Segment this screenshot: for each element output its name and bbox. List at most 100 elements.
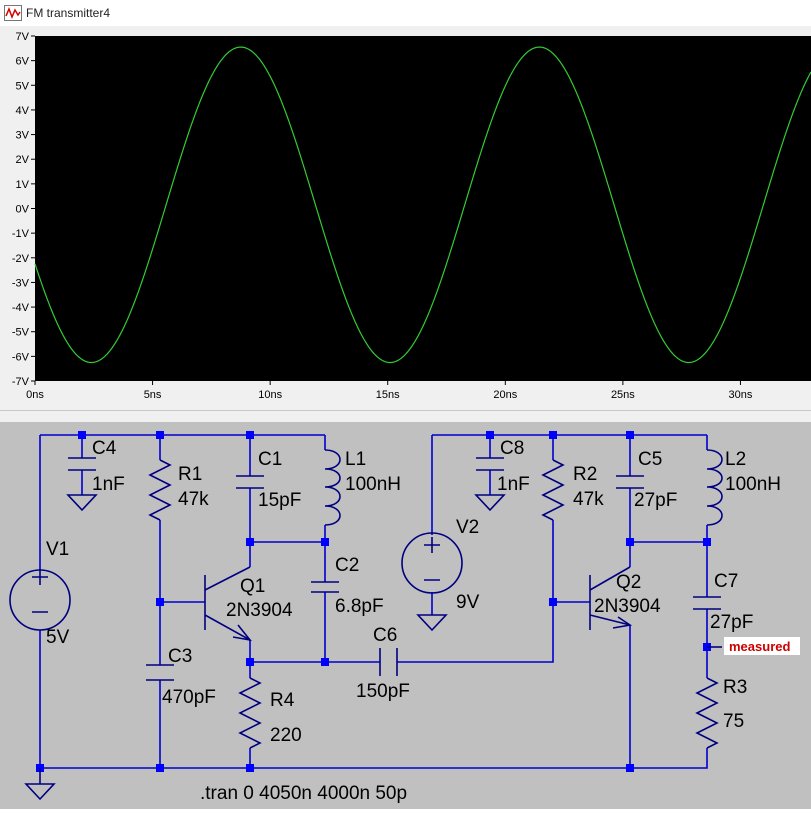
x-tick-label: 15ns xyxy=(376,389,400,401)
junction-dot xyxy=(626,431,634,439)
wire-c7 xyxy=(630,542,708,769)
junction-dot xyxy=(246,658,254,666)
inductor-l2-symbol[interactable] xyxy=(706,449,723,526)
resistor-r1-symbol[interactable] xyxy=(148,459,172,521)
junction-dot xyxy=(321,658,329,666)
label-c4-ref: C4 xyxy=(92,438,117,459)
capacitor-c3-symbol[interactable] xyxy=(146,664,174,681)
resistor-r2-symbol[interactable] xyxy=(541,459,565,521)
label-l1-ref: L1 xyxy=(345,449,366,470)
label-r1-value: 47k xyxy=(178,489,209,510)
wire-collector-q2 xyxy=(629,541,707,567)
resistor-r3-symbol[interactable] xyxy=(695,677,719,749)
label-r4-ref: R4 xyxy=(270,690,295,711)
junction-dot xyxy=(703,538,711,546)
x-tick-label: 5ns xyxy=(144,389,162,401)
waveform-plot-pane[interactable]: 7V 6V 5V 4V 3V 2V 1V 0V -1V -2V -3V -4V -5V -6V -7V 0n… xyxy=(0,26,811,410)
capacitor-c6-symbol[interactable] xyxy=(379,648,398,676)
y-tick-label: -6V xyxy=(12,351,30,363)
y-tick-label: -5V xyxy=(12,327,30,339)
voltage-source-v1-symbol[interactable] xyxy=(9,569,71,631)
label-r1-ref: R1 xyxy=(178,464,202,485)
schematic-canvas[interactable]: C4 1nF R1 47k C1 15pF L1 100nH C2 6.8pF … xyxy=(0,422,811,809)
label-c2-ref: C2 xyxy=(335,555,359,576)
label-l2-value: 100nH xyxy=(725,474,781,495)
label-c1-ref: C1 xyxy=(258,449,282,470)
y-tick-label: 1V xyxy=(16,179,30,191)
title-bar: FM transmitter4 xyxy=(0,0,811,27)
ltspice-app-icon xyxy=(4,5,22,21)
label-c7-value: 27pF xyxy=(710,612,753,633)
junction-dot xyxy=(246,764,254,772)
ground-icon xyxy=(416,614,448,632)
junction-dot xyxy=(626,538,634,546)
label-c8-value: 1nF xyxy=(497,474,530,495)
label-c3-value: 470pF xyxy=(162,687,216,708)
spice-directive[interactable]: .tran 0 4050n 4000n 50p xyxy=(200,783,407,804)
label-c8-ref: C8 xyxy=(500,438,524,459)
y-tick-label: 6V xyxy=(16,56,30,68)
label-v1-value: 5V xyxy=(46,627,70,648)
ground-icon xyxy=(24,768,56,801)
ground-icon xyxy=(474,494,506,512)
y-tick-label: 2V xyxy=(16,154,30,166)
capacitor-c7-symbol[interactable] xyxy=(693,596,721,610)
capacitor-c1-symbol[interactable] xyxy=(236,475,264,489)
y-tick-label: -2V xyxy=(12,253,30,265)
label-q2-value: 2N3904 xyxy=(594,596,661,617)
plot-background[interactable] xyxy=(35,36,811,381)
wire-emitter-node xyxy=(249,602,554,663)
label-c7-ref: C7 xyxy=(714,571,738,592)
label-c3-ref: C3 xyxy=(168,646,192,667)
label-v1-ref: V1 xyxy=(46,539,69,560)
junction-dot xyxy=(156,764,164,772)
x-tick-label: 20ns xyxy=(493,389,517,401)
junction-dot xyxy=(486,431,494,439)
label-c6-ref: C6 xyxy=(373,625,397,646)
x-tick-label: 25ns xyxy=(611,389,635,401)
y-tick-label: -3V xyxy=(12,277,30,289)
label-q1-value: 2N3904 xyxy=(226,600,293,621)
capacitor-c8-symbol[interactable] xyxy=(476,457,504,471)
label-v2-ref: V2 xyxy=(456,517,479,538)
capacitor-c5-symbol[interactable] xyxy=(616,475,644,489)
schematic-pane[interactable]: C4 1nF R1 47k C1 15pF L1 100nH C2 6.8pF … xyxy=(0,422,811,809)
net-label-measured[interactable]: measured xyxy=(729,639,790,654)
label-r3-ref: R3 xyxy=(723,677,747,698)
capacitor-c4-symbol[interactable] xyxy=(68,457,96,471)
junction-dot xyxy=(549,431,557,439)
label-c2-value: 6.8pF xyxy=(335,596,384,617)
label-r2-ref: R2 xyxy=(573,464,597,485)
y-tick-label: 7V xyxy=(16,31,30,43)
junction-dot xyxy=(246,431,254,439)
label-r3-value: 75 xyxy=(723,711,744,732)
waveform-chart[interactable]: 7V 6V 5V 4V 3V 2V 1V 0V -1V -2V -3V -4V -5V -6V -7V 0n… xyxy=(0,26,811,410)
label-c4-value: 1nF xyxy=(92,474,125,495)
junction-dot xyxy=(549,598,557,606)
junction-dot xyxy=(246,538,254,546)
voltage-source-v2-symbol[interactable] xyxy=(401,532,463,594)
y-axis: 7V 6V 5V 4V 3V 2V 1V 0V -1V -2V -3V -4V -5V -6V -7V xyxy=(12,31,35,388)
label-q1-ref: Q1 xyxy=(240,576,265,597)
y-tick-label: -4V xyxy=(12,302,30,314)
x-tick-label: 10ns xyxy=(258,389,282,401)
label-l1-value: 100nH xyxy=(345,474,401,495)
inductor-l1-symbol[interactable] xyxy=(324,449,341,526)
ground-icon xyxy=(66,494,98,512)
label-l2-ref: L2 xyxy=(725,449,746,470)
label-c5-ref: C5 xyxy=(638,449,662,470)
resistor-r4-symbol[interactable] xyxy=(238,677,262,749)
junction-dot xyxy=(156,431,164,439)
y-tick-label: 4V xyxy=(16,105,30,117)
x-axis: 0ns 5ns 10ns 15ns 20ns 25ns 30ns xyxy=(26,381,753,401)
y-tick-label: 0V xyxy=(16,204,30,216)
window-title: FM transmitter4 xyxy=(26,6,111,20)
y-tick-label: 5V xyxy=(16,80,30,92)
capacitor-c2-symbol[interactable] xyxy=(311,581,339,593)
y-tick-label: -1V xyxy=(12,228,30,240)
junction-dot xyxy=(321,538,329,546)
label-c5-value: 27pF xyxy=(634,490,677,511)
y-tick-label: 3V xyxy=(16,130,30,142)
y-tick-label: -7V xyxy=(12,376,30,388)
wire-collector-q1 xyxy=(249,541,325,567)
